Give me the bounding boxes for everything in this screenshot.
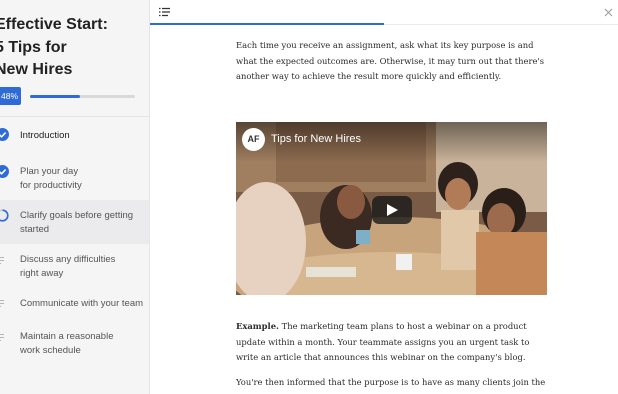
- course-title-line: Effective Start:: [0, 16, 108, 33]
- lesson-item-introduction[interactable]: Introduction: [0, 122, 149, 148]
- lesson-label: Maintain a reasonable work schedule: [20, 331, 114, 356]
- course-progress-bar: [30, 95, 135, 98]
- play-icon: [387, 204, 398, 216]
- check-icon: [0, 128, 9, 141]
- lesson-topbar: [150, 0, 618, 25]
- list-icon[interactable]: [159, 7, 170, 17]
- lesson-item-communicate[interactable]: Communicate with your team: [0, 290, 149, 318]
- check-icon: [0, 165, 9, 178]
- example-label: Example.: [236, 321, 279, 331]
- course-title-line: 5 Tips for: [0, 38, 67, 56]
- text-lines-icon: [0, 256, 5, 265]
- close-icon[interactable]: [604, 8, 613, 17]
- lesson-label: Clarify goals before getting started: [20, 210, 134, 235]
- lesson-label: Discuss any difficulties right away: [20, 254, 116, 279]
- play-button[interactable]: [372, 196, 412, 224]
- paragraph: Each time you receive an assignment, ask…: [236, 40, 545, 81]
- lesson-item-clarify-goals[interactable]: Clarify goals before getting started: [0, 200, 149, 244]
- reading-progress-bar: [150, 23, 384, 25]
- video-player[interactable]: AF Tips for New Hires: [236, 122, 547, 295]
- progress-badge: 48%: [0, 87, 21, 105]
- course-progress-fill: [30, 95, 81, 98]
- text-lines-icon: [0, 299, 5, 308]
- text-lines-icon: [0, 333, 5, 342]
- lesson-label: Plan your day for productivity: [20, 166, 82, 191]
- video-title[interactable]: Tips for New Hires: [271, 133, 361, 145]
- in-progress-icon: [0, 209, 9, 222]
- sidebar-divider: [0, 116, 149, 117]
- course-sidebar: Effective Start: 5 Tips for New Hires 48…: [0, 0, 150, 394]
- paragraph: You're then informed that the purpose is…: [236, 377, 546, 394]
- lesson-item-plan-your-day[interactable]: Plan your day for productivity: [0, 158, 149, 198]
- paragraph: Example. The marketing team plans to hos…: [236, 321, 530, 362]
- lesson-item-work-schedule[interactable]: Maintain a reasonable work schedule: [0, 323, 149, 363]
- course-title: Effective Start: 5 Tips for New Hires: [0, 14, 149, 82]
- lesson-item-discuss-difficulties[interactable]: Discuss any difficulties right away: [0, 246, 149, 286]
- lesson-label: Communicate with your team: [20, 298, 144, 309]
- channel-avatar[interactable]: AF: [242, 128, 265, 151]
- lesson-label: Introduction: [20, 130, 70, 141]
- course-title-line: New Hires: [0, 61, 73, 78]
